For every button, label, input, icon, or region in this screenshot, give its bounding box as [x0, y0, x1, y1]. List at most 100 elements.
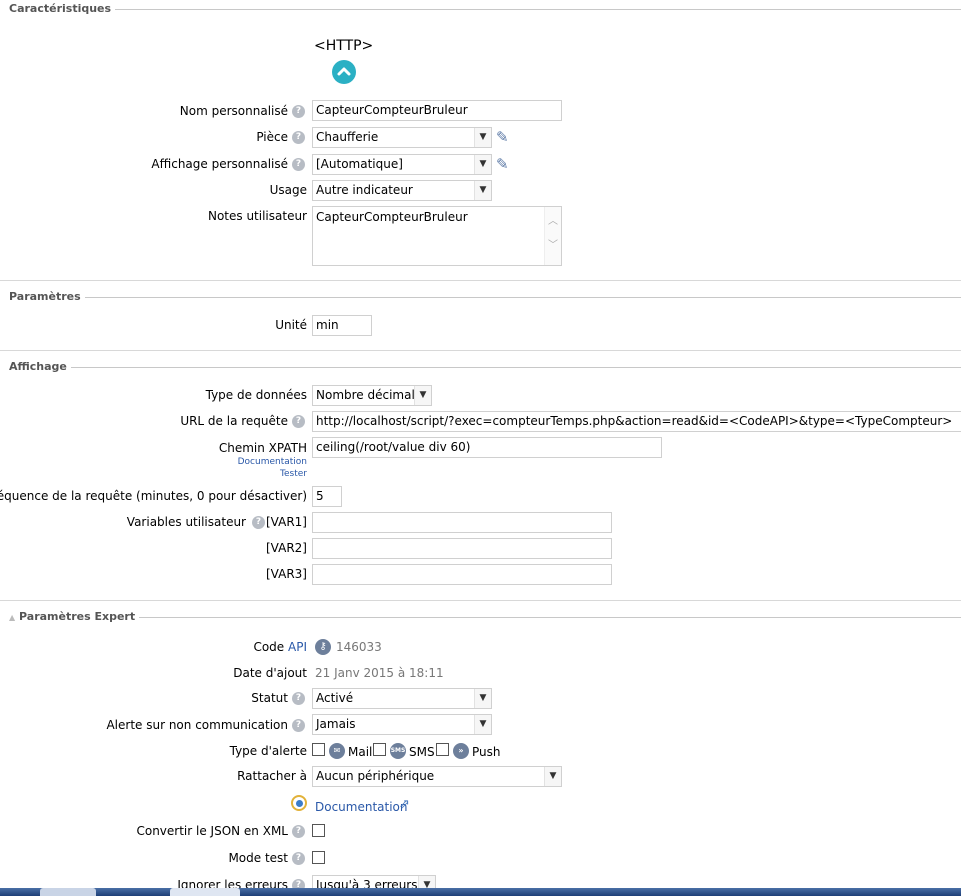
- usage-value: Autre indicateur: [316, 183, 413, 197]
- var2-label: [VAR2]: [266, 541, 307, 555]
- unite-input[interactable]: min: [312, 315, 372, 336]
- mail-checkbox[interactable]: [312, 743, 325, 756]
- var3-input[interactable]: [312, 564, 612, 585]
- frequence-input[interactable]: 5: [312, 486, 342, 507]
- section-expert[interactable]: ▲ Paramètres Expert: [0, 610, 961, 625]
- section-affichage: Affichage: [0, 360, 961, 374]
- date-label: Date d'ajout: [233, 666, 307, 680]
- json-checkbox[interactable]: [312, 824, 325, 837]
- push-checkbox[interactable]: [436, 743, 449, 756]
- var1-label: [VAR1]: [266, 515, 307, 529]
- sms-label: SMS: [409, 745, 435, 759]
- variables-label: Variables utilisateur: [126, 515, 246, 529]
- nom-label: Nom personnalisé: [179, 104, 288, 118]
- mail-label: Mail: [348, 745, 373, 759]
- notes-scrollbar[interactable]: ︿ ﹀: [544, 207, 561, 265]
- nom-input[interactable]: CapteurCompteurBruleur: [312, 100, 562, 121]
- triangle-up-icon: ▲: [9, 613, 16, 622]
- section-title: Paramètres: [0, 290, 85, 304]
- help-icon[interactable]: ?: [292, 415, 305, 428]
- statut-select[interactable]: Activé ▼: [312, 688, 492, 709]
- key-icon[interactable]: ⚷: [315, 639, 331, 655]
- pencil-icon[interactable]: ✎: [496, 129, 512, 145]
- help-icon[interactable]: ?: [292, 719, 305, 732]
- api-link[interactable]: API: [288, 640, 307, 654]
- section-title[interactable]: ▲ Paramètres Expert: [0, 610, 140, 625]
- external-link-icon[interactable]: ⇗: [399, 797, 410, 813]
- scroll-down-icon[interactable]: ﹀: [545, 241, 561, 251]
- var1-input[interactable]: [312, 512, 612, 533]
- help-icon[interactable]: ?: [252, 516, 265, 529]
- type-alerte-label: Type d'alerte: [229, 744, 307, 758]
- help-icon[interactable]: ?: [292, 852, 305, 865]
- url-input[interactable]: http://localhost/script/?exec=compteurTe…: [312, 411, 961, 432]
- help-icon[interactable]: ?: [292, 158, 305, 171]
- section-title: Affichage: [0, 360, 71, 374]
- chevron-down-icon: ▼: [474, 181, 491, 200]
- notes-textarea[interactable]: CapteurCompteurBruleur ︿ ﹀: [312, 206, 562, 266]
- documentation-icon: [291, 795, 307, 811]
- divider: [0, 600, 961, 601]
- alerte-select[interactable]: Jamais ▼: [312, 714, 492, 735]
- scroll-up-icon[interactable]: ︿: [545, 217, 561, 227]
- xpath-tester-link[interactable]: Tester: [280, 468, 307, 480]
- chevron-down-icon: ▼: [474, 689, 491, 708]
- chevron-down-icon: ▼: [544, 767, 561, 786]
- section-title: Caractéristiques: [0, 2, 116, 16]
- notes-value: CapteurCompteurBruleur: [316, 210, 468, 224]
- chevron-down-icon: ▼: [474, 155, 491, 174]
- chevron-up-circle-icon: [337, 67, 351, 76]
- alerte-label: Alerte sur non communication: [106, 718, 288, 732]
- notes-label: Notes utilisateur: [207, 209, 307, 223]
- frequence-label: Fréquence de la requête (minutes, 0 pour…: [0, 489, 307, 503]
- alerte-value: Jamais: [316, 717, 356, 731]
- taskbar-item[interactable]: [170, 888, 240, 896]
- json-label: Convertir le JSON en XML: [136, 824, 288, 838]
- xpath-documentation-link[interactable]: Documentation: [238, 456, 307, 468]
- rattacher-label: Rattacher à: [237, 769, 307, 783]
- chevron-down-icon: ▼: [474, 128, 491, 147]
- statut-label: Statut: [251, 691, 288, 705]
- push-icon: »: [453, 743, 469, 759]
- piece-select[interactable]: Chaufferie ▼: [312, 127, 492, 148]
- date-value: 21 Janv 2015 à 18:11: [315, 666, 444, 680]
- unite-label: Unité: [275, 318, 307, 332]
- help-icon[interactable]: ?: [292, 105, 305, 118]
- mode-test-label: Mode test: [228, 851, 288, 865]
- mail-icon: ✉: [329, 743, 345, 759]
- divider: [0, 350, 961, 351]
- os-taskbar: [0, 888, 961, 896]
- pencil-icon[interactable]: ✎: [496, 156, 512, 172]
- affichage-perso-select[interactable]: [Automatique] ▼: [312, 154, 492, 175]
- rattacher-select[interactable]: Aucun périphérique ▼: [312, 766, 562, 787]
- usage-select[interactable]: Autre indicateur ▼: [312, 180, 492, 201]
- help-icon[interactable]: ?: [292, 692, 305, 705]
- section-divider: [0, 617, 961, 618]
- chevron-down-icon: ▼: [474, 715, 491, 734]
- statut-value: Activé: [316, 691, 354, 705]
- piece-label: Pièce: [256, 130, 288, 144]
- collapse-button[interactable]: [332, 60, 356, 84]
- affichage-perso-label: Affichage personnalisé: [151, 157, 288, 171]
- mode-test-checkbox[interactable]: [312, 851, 325, 864]
- device-type-label: <HTTP>: [314, 38, 374, 54]
- type-donnees-value: Nombre décimal: [316, 388, 415, 402]
- sms-checkbox[interactable]: [373, 743, 386, 756]
- rattacher-value: Aucun périphérique: [316, 769, 435, 783]
- documentation-link[interactable]: Documentation: [315, 799, 408, 815]
- xpath-input[interactable]: ceiling(/root/value div 60): [312, 437, 662, 458]
- section-divider: [0, 297, 961, 298]
- push-label: Push: [472, 745, 501, 759]
- section-divider: [0, 9, 961, 10]
- url-label: URL de la requête: [180, 414, 288, 428]
- var2-input[interactable]: [312, 538, 612, 559]
- sms-icon: SMS: [390, 743, 406, 759]
- help-icon[interactable]: ?: [292, 131, 305, 144]
- divider: [0, 280, 961, 281]
- type-donnees-select[interactable]: Nombre décimal ▼: [312, 385, 432, 406]
- type-donnees-label: Type de données: [205, 388, 307, 402]
- help-icon[interactable]: ?: [292, 825, 305, 838]
- affichage-perso-value: [Automatique]: [316, 157, 403, 171]
- start-button[interactable]: [40, 888, 96, 896]
- section-parametres: Paramètres: [0, 290, 961, 304]
